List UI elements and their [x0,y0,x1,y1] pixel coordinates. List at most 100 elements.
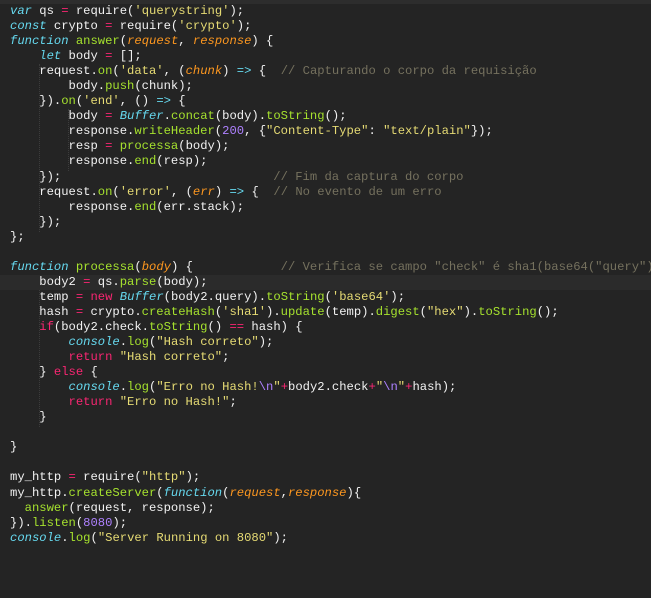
code-line[interactable]: console.log("Server Running on 8080"); [10,531,651,546]
code-token: ) [214,184,230,199]
code-token: } [10,365,54,380]
code-token: ){ [346,485,362,500]
code-token: , ( [163,64,186,79]
code-line[interactable]: }); // Fim da captura do corpo [10,170,651,185]
code-token: ); [229,4,245,18]
code-token: ); [273,530,288,545]
code-line[interactable]: response.writeHeader(200, {"Content-Type… [10,124,651,139]
code-token: concat [170,109,215,124]
code-token: new [90,289,113,304]
code-token: // No evento de um erro [273,184,442,199]
code-line[interactable]: return "Erro no Hash!"; [10,395,651,410]
code-area[interactable]: var qs = require('querystring'); const cr… [0,4,651,546]
code-token: + [368,380,376,395]
code-line[interactable] [10,245,651,260]
code-token: "Hash correto" [119,350,223,365]
code-line[interactable]: body.push(chunk); [10,79,651,94]
code-token: body. [10,79,106,94]
code-editor[interactable]: var qs = require('querystring'); const cr… [0,0,651,598]
code-line[interactable]: request.on('data', (chunk) => { // Captu… [10,64,651,79]
code-line[interactable]: if(body2.check.toString() == hash) { [10,320,651,335]
code-line[interactable]: } [10,440,651,455]
code-token: qs. [90,274,120,289]
code-line[interactable]: resp = processa(body); [10,139,651,154]
code-line[interactable]: body2 = qs.parse(body); [0,274,651,290]
code-line[interactable]: response.end(err.stack); [10,200,651,215]
code-token: createHash [141,304,215,319]
code-token: (); [324,109,347,124]
code-token: "Erro no Hash!" [119,395,230,410]
code-line[interactable]: const crypto = require('crypto'); [10,19,651,34]
code-token: , ( [170,184,193,199]
code-line[interactable]: my_http = require("http"); [10,470,651,485]
code-token: . [119,380,128,395]
code-token: { [244,184,274,199]
code-token: . [163,109,171,124]
code-token: my_http. [10,485,69,500]
code-line[interactable] [10,455,651,470]
code-token: // Verifica se campo "check" é sha1(base… [280,259,651,274]
code-token: on [97,64,113,79]
code-token: Buffer [119,109,164,124]
code-line[interactable]: temp = new Buffer(body2.query).toString(… [10,290,651,305]
code-line[interactable]: }); [10,215,651,230]
code-line[interactable]: response.end(resp); [10,154,651,169]
code-line[interactable]: request.on('error', (err) => { // No eve… [10,185,651,200]
code-line[interactable]: console.log("Erro no Hash!\n"+body2.chec… [10,380,651,395]
code-token: "Content-Type" [266,124,369,139]
code-line[interactable]: my_http.createServer(function(request,re… [10,486,651,501]
code-token: 'querystring' [134,4,230,18]
code-token: { [170,94,186,109]
code-token: "hex" [426,304,464,319]
code-token: response. [10,124,135,139]
code-line[interactable]: }).listen(8080); [10,516,651,531]
code-token: => [236,64,252,79]
code-line[interactable]: }; [10,230,651,245]
code-token: (chunk); [134,79,193,94]
code-token: \n [383,380,398,395]
code-token: response [287,485,347,500]
code-token: parse [119,274,157,289]
code-line[interactable]: return "Hash correto"; [10,350,651,365]
code-token: let [39,49,62,64]
code-token: Buffer [119,289,164,304]
code-line[interactable]: console.log("Hash correto"); [10,335,651,350]
code-token: ); [258,335,274,350]
code-line[interactable]: hash = crypto.createHash('sha1').update(… [10,305,651,320]
code-token: []; [112,49,142,64]
code-token: ); [236,19,252,34]
code-line[interactable]: answer(request, response); [10,501,651,516]
code-token: => [229,184,245,199]
code-token: " [397,380,406,395]
code-token: \n [258,380,274,395]
code-token: function [10,259,69,274]
code-line[interactable]: } [10,410,651,425]
code-token: ) { [170,259,281,274]
code-token: request [127,34,179,49]
code-token: ( [112,184,120,199]
code-line[interactable]: } else { [10,365,651,380]
code-token: ( [324,289,332,304]
code-token: log [127,380,149,395]
code-token: body [141,259,171,274]
code-token: log [127,335,149,350]
code-line[interactable] [10,425,651,440]
code-token: ). [463,304,479,319]
code-token: (body); [178,139,230,154]
code-line[interactable]: body = Buffer.concat(body).toString(); [10,109,651,124]
code-token: request. [10,184,98,199]
code-token: toString [266,289,325,304]
code-line[interactable]: }).on('end', () => { [10,94,651,109]
code-line[interactable]: function answer(request, response) { [10,34,651,49]
code-token: chunk [185,64,223,79]
code-line[interactable]: let body = []; [10,49,651,64]
code-line[interactable]: var qs = require('querystring'); [10,4,651,19]
code-line[interactable]: function processa(body) { // Verifica se… [10,260,651,275]
code-token: () [207,319,230,334]
code-token: ) { [251,34,274,49]
code-token: processa [75,259,135,274]
